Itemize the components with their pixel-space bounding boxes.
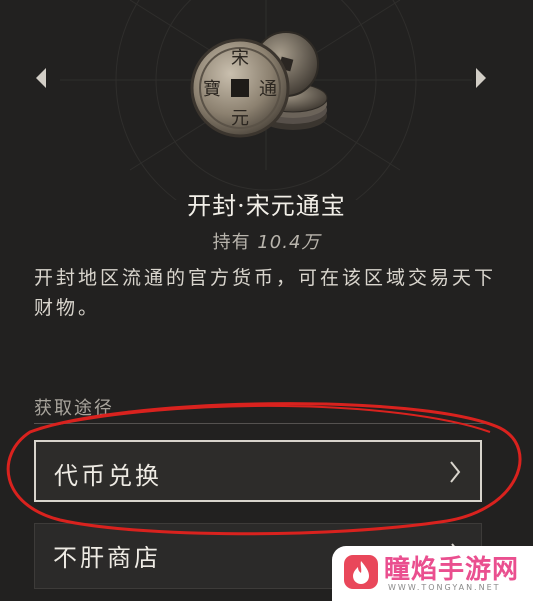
chevron-right-icon: [450, 461, 461, 483]
holding-prefix: 持有: [212, 232, 251, 253]
watermark-url: WWW.TONGYAN.NET: [388, 583, 501, 592]
next-arrow-icon[interactable]: [472, 66, 488, 90]
previous-arrow-icon[interactable]: [34, 66, 50, 90]
option-label: 代币兑换: [54, 462, 162, 490]
option-label: 不肝商店: [53, 544, 161, 572]
holding-value: 10.4万: [257, 232, 321, 253]
coin-char-left: 寶: [203, 79, 221, 100]
holding-count: 持有 10.4万: [0, 228, 533, 254]
acquire-section-label: 获取途径: [34, 398, 114, 419]
coin-char-top: 宋: [231, 48, 249, 69]
item-description: 开封地区流通的官方货币，可在该区域交易天下财物。: [34, 267, 497, 319]
coin-char-bottom: 元: [231, 108, 249, 129]
coin-icon: 宋 通 元 寶: [190, 31, 328, 138]
watermark: 瞳焰手游网 WWW.TONGYAN.NET: [332, 546, 533, 601]
section-divider: [34, 423, 486, 424]
option-token-exchange[interactable]: 代币兑换: [34, 440, 482, 502]
flame-logo-icon: [344, 555, 378, 589]
watermark-text: 瞳焰手游网: [384, 555, 520, 585]
coin-char-right: 通: [259, 79, 277, 100]
item-title: 开封·宋元通宝: [187, 192, 346, 220]
